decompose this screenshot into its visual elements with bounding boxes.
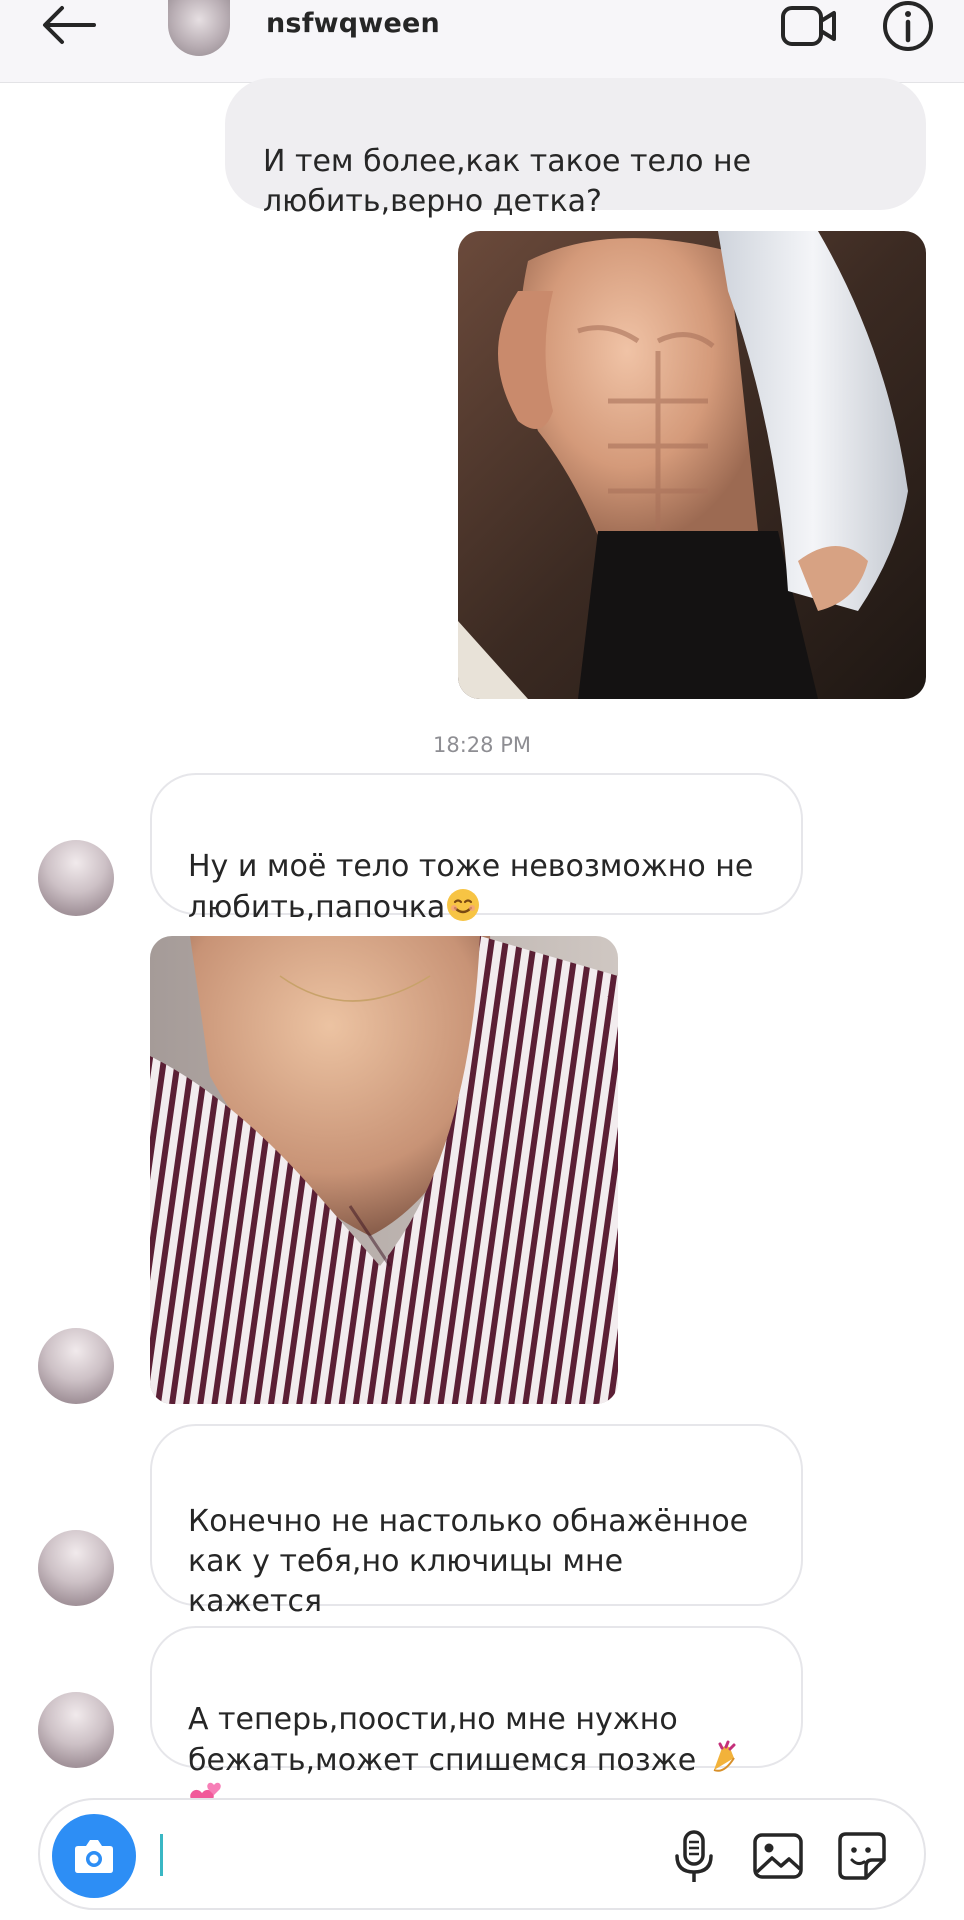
image-gallery-icon [753,1833,803,1879]
sender-avatar[interactable] [38,1530,114,1606]
voice-message-button[interactable] [664,1826,724,1886]
incoming-message-bubble[interactable]: А теперь,поости,но мне нужно бежать,може… [150,1626,803,1811]
video-camera-icon [781,6,836,46]
contact-avatar[interactable] [168,0,230,56]
outgoing-message-bubble[interactable]: И тем более,как такое тело не любить,вер… [225,78,926,219]
incoming-photo-message[interactable] [150,936,618,1404]
text-cursor [160,1834,163,1876]
camera-icon [75,1840,113,1873]
chat-header: nsfwqween [0,0,964,83]
shirtless-torso-photo [458,231,926,699]
outgoing-photo-message[interactable] [458,231,926,699]
info-circle-icon [883,1,933,51]
info-button[interactable] [882,0,934,52]
sender-avatar[interactable] [38,1328,114,1404]
contact-username[interactable]: nsfwqween [266,8,440,39]
incoming-message-bubble[interactable]: Ну и моё тело тоже невозможно не любить,… [150,773,803,925]
arrow-left-icon [43,6,96,44]
back-button[interactable] [38,2,98,48]
gallery-button[interactable] [748,1826,808,1886]
message-text: И тем более,как такое тело не любить,вер… [263,144,752,219]
video-call-button[interactable] [780,4,838,48]
sender-avatar[interactable] [38,1692,114,1768]
sticker-icon [838,1832,886,1880]
sticker-button[interactable] [832,1826,892,1886]
sender-avatar[interactable] [38,840,114,916]
striped-shirt-photo [150,936,618,1404]
message-text: А теперь,поости,но мне нужно бежать,може… [188,1702,697,1778]
message-input[interactable] [152,1822,656,1888]
message-composer [38,1798,926,1910]
nail-polish-emoji [713,1740,736,1772]
microphone-icon [675,1830,713,1882]
smiling-face-emoji [447,889,480,921]
camera-button[interactable] [52,1814,136,1898]
message-timestamp: 18:28 PM [433,733,531,757]
incoming-message-bubble[interactable]: Конечно не настолько обнажённое как у те… [150,1424,803,1659]
